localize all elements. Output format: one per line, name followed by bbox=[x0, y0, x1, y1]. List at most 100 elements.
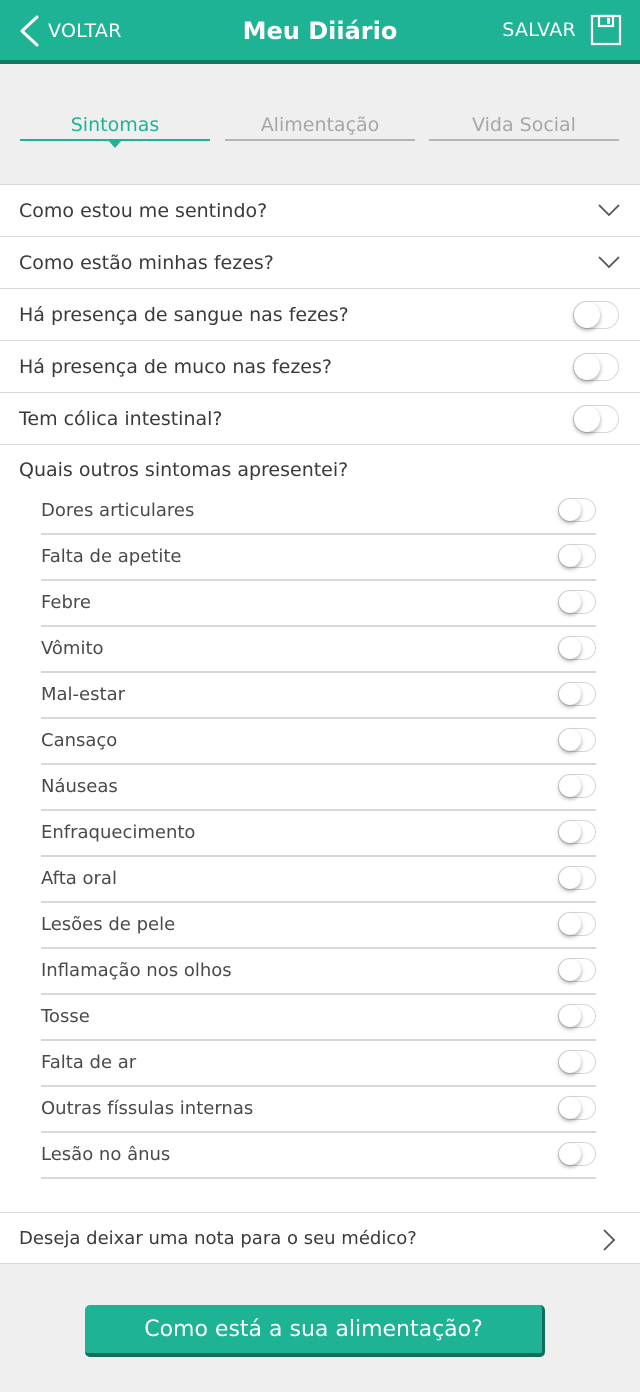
doctor-note-label: Deseja deixar uma nota para o seu médico… bbox=[19, 1228, 417, 1249]
chevron-down-icon bbox=[598, 204, 620, 217]
mucus-row: Há presença de muco nas fezes? bbox=[0, 340, 640, 392]
symptom-label: Lesão no ânus bbox=[41, 1144, 171, 1165]
other-symptoms-section: Quais outros sintomas apresentei? Dores … bbox=[0, 444, 640, 1213]
toggle-knob bbox=[559, 1097, 581, 1119]
symptom-toggle[interactable] bbox=[558, 820, 596, 844]
symptom-toggle[interactable] bbox=[558, 774, 596, 798]
symptom-label: Mal-estar bbox=[41, 684, 125, 705]
tab-vida-social[interactable]: Vida Social bbox=[429, 112, 619, 142]
symptom-item: Falta de apetite bbox=[41, 535, 596, 581]
symptom-toggle[interactable] bbox=[558, 682, 596, 706]
symptom-item: Enfraquecimento bbox=[41, 811, 596, 857]
symptom-item: Mal-estar bbox=[41, 673, 596, 719]
save-label: SALVAR bbox=[502, 19, 576, 41]
symptom-toggle[interactable] bbox=[558, 912, 596, 936]
symptom-toggle[interactable] bbox=[558, 728, 596, 752]
symptom-toggle[interactable] bbox=[558, 590, 596, 614]
symptom-item: Falta de ar bbox=[41, 1041, 596, 1087]
symptom-label: Febre bbox=[41, 592, 91, 613]
colic-label: Tem cólica intestinal? bbox=[19, 408, 223, 430]
toggle-knob bbox=[559, 959, 581, 981]
toggle-knob bbox=[559, 775, 581, 797]
symptom-toggle[interactable] bbox=[558, 1004, 596, 1028]
symptom-toggle[interactable] bbox=[558, 498, 596, 522]
chevron-left-icon bbox=[20, 15, 39, 47]
symptom-label: Cansaço bbox=[41, 730, 118, 751]
blood-toggle[interactable] bbox=[573, 301, 619, 329]
colic-toggle[interactable] bbox=[573, 405, 619, 433]
symptom-label: Enfraquecimento bbox=[41, 822, 196, 843]
symptom-toggle[interactable] bbox=[558, 866, 596, 890]
back-button[interactable]: VOLTAR bbox=[18, 14, 122, 48]
toggle-knob bbox=[559, 683, 581, 705]
stool-label: Como estão minhas fezes? bbox=[19, 252, 274, 274]
chevron-right-icon bbox=[603, 1229, 616, 1251]
feeling-label: Como estou me sentindo? bbox=[19, 200, 268, 222]
symptom-item: Dores articulares bbox=[41, 489, 596, 535]
symptom-label: Outras físsulas internas bbox=[41, 1098, 254, 1119]
tab-underline bbox=[225, 139, 415, 141]
symptom-toggle[interactable] bbox=[558, 1142, 596, 1166]
symptom-item: Inflamação nos olhos bbox=[41, 949, 596, 995]
mucus-toggle[interactable] bbox=[573, 353, 619, 381]
toggle-knob bbox=[559, 637, 581, 659]
mucus-label: Há presença de muco nas fezes? bbox=[19, 356, 332, 378]
symptom-item: Outras físsulas internas bbox=[41, 1087, 596, 1133]
toggle-knob bbox=[574, 406, 600, 432]
tab-label: Sintomas bbox=[70, 114, 160, 136]
symptom-label: Inflamação nos olhos bbox=[41, 960, 232, 981]
tab-alimentacao[interactable]: Alimentação bbox=[225, 112, 415, 142]
toggle-knob bbox=[559, 913, 581, 935]
feeling-dropdown[interactable]: Como estou me sentindo? bbox=[0, 184, 640, 236]
toggle-knob bbox=[559, 1051, 581, 1073]
tab-bar: Sintomas Alimentação Vida Social bbox=[0, 64, 640, 184]
back-label: VOLTAR bbox=[48, 20, 122, 42]
symptom-item: Náuseas bbox=[41, 765, 596, 811]
symptom-item: Vômito bbox=[41, 627, 596, 673]
save-button[interactable]: SALVAR bbox=[502, 13, 622, 47]
symptom-label: Náuseas bbox=[41, 776, 118, 797]
symptom-item: Lesão no ânus bbox=[41, 1133, 596, 1179]
symptom-label: Tosse bbox=[41, 1006, 90, 1027]
symptom-label: Vômito bbox=[41, 638, 104, 659]
colic-row: Tem cólica intestinal? bbox=[0, 392, 640, 444]
symptom-label: Falta de ar bbox=[41, 1052, 137, 1073]
toggle-knob bbox=[559, 499, 581, 521]
toggle-knob bbox=[559, 1143, 581, 1165]
next-alimentacao-button[interactable]: Como está a sua alimentação? bbox=[85, 1305, 545, 1357]
toggle-knob bbox=[559, 545, 581, 567]
symptom-label: Lesões de pele bbox=[41, 914, 176, 935]
stool-dropdown[interactable]: Como estão minhas fezes? bbox=[0, 236, 640, 288]
symptom-toggle[interactable] bbox=[558, 1050, 596, 1074]
symptom-item: Tosse bbox=[41, 995, 596, 1041]
toggle-knob bbox=[559, 729, 581, 751]
toggle-knob bbox=[559, 867, 581, 889]
other-symptoms-heading: Quais outros sintomas apresentei? bbox=[19, 459, 349, 481]
symptom-toggle[interactable] bbox=[558, 958, 596, 982]
floppy-disk-icon bbox=[590, 14, 622, 46]
symptom-item: Afta oral bbox=[41, 857, 596, 903]
toggle-knob bbox=[559, 591, 581, 613]
symptom-item: Lesões de pele bbox=[41, 903, 596, 949]
toggle-knob bbox=[559, 821, 581, 843]
tab-label: Vida Social bbox=[472, 114, 576, 136]
symptom-toggle[interactable] bbox=[558, 1096, 596, 1120]
tab-underline bbox=[429, 139, 619, 141]
symptom-item: Febre bbox=[41, 581, 596, 627]
doctor-note-row[interactable]: Deseja deixar uma nota para o seu médico… bbox=[0, 1212, 640, 1264]
toggle-knob bbox=[559, 1005, 581, 1027]
symptom-item: Cansaço bbox=[41, 719, 596, 765]
symptom-toggle[interactable] bbox=[558, 544, 596, 568]
blood-label: Há presença de sangue nas fezes? bbox=[19, 304, 349, 326]
chevron-down-icon bbox=[598, 256, 620, 269]
symptom-questions: Como estou me sentindo? Como estão minha… bbox=[0, 184, 640, 1213]
tab-sintomas[interactable]: Sintomas bbox=[20, 112, 210, 148]
active-tab-caret-icon bbox=[108, 140, 122, 148]
symptom-label: Afta oral bbox=[41, 868, 117, 889]
toggle-knob bbox=[574, 302, 600, 328]
tab-label: Alimentação bbox=[260, 114, 380, 136]
symptom-toggle[interactable] bbox=[558, 636, 596, 660]
symptom-label: Dores articulares bbox=[41, 500, 195, 521]
top-app-bar: VOLTAR Meu Diiário SALVAR bbox=[0, 0, 640, 64]
blood-row: Há presença de sangue nas fezes? bbox=[0, 288, 640, 340]
